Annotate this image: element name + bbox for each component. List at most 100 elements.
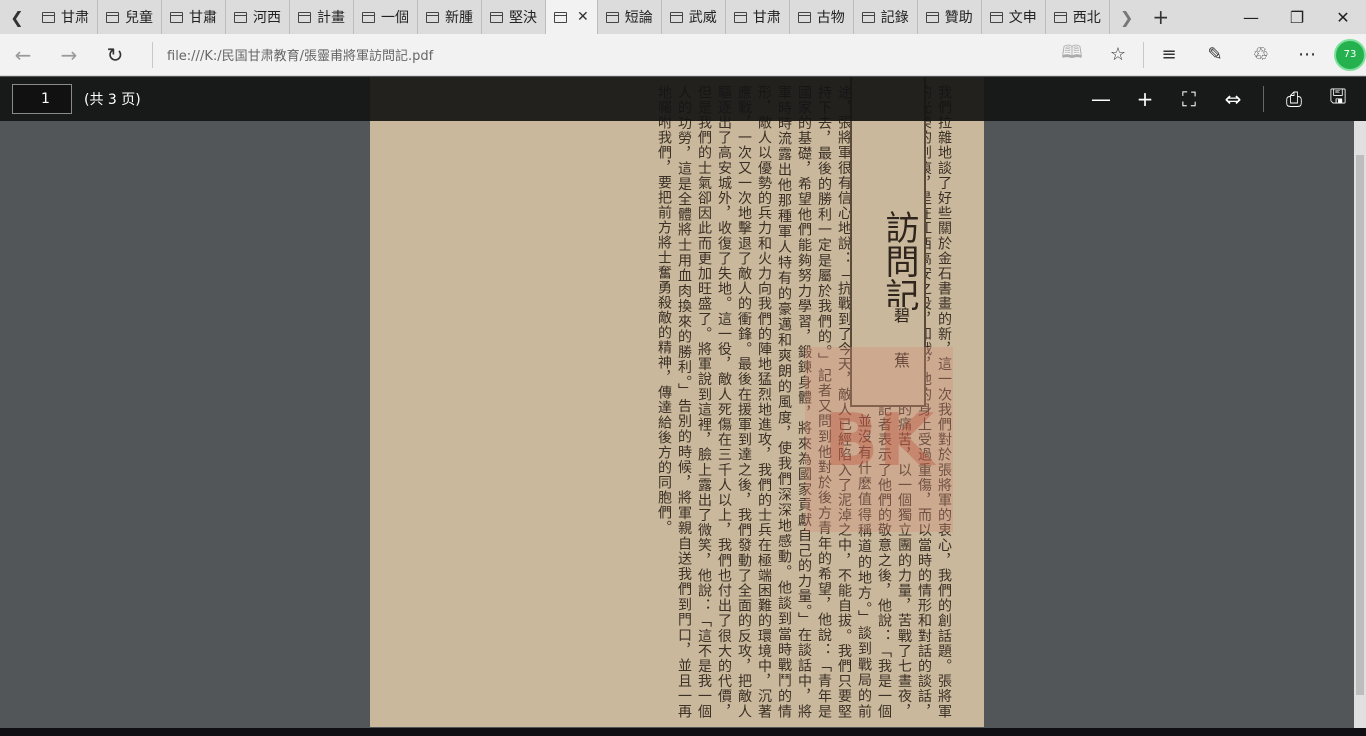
close-window-button[interactable]: ✕ [1320, 0, 1366, 34]
close-tab-icon[interactable]: ✕ [577, 9, 589, 25]
restore-icon: ❐ [1289, 7, 1305, 27]
page-icon [925, 11, 939, 23]
plus-icon: + [1136, 87, 1154, 111]
page-icon [362, 11, 375, 23]
page-icon [234, 11, 247, 23]
page-icon [797, 11, 811, 23]
more-icon: ⋯ [1298, 44, 1316, 65]
favorite-button[interactable]: ☆ [1095, 34, 1141, 76]
close-icon: ✕ [1336, 7, 1350, 27]
page-number-input[interactable]: 1 [12, 84, 72, 114]
tab-8[interactable]: ✕ [546, 0, 598, 34]
tab-bar: ❮ 甘肃 兒童 甘肅 河西 計畫 一個 新腫 堅決 ✕ 短論 武威 甘肃 古物 記錄 贊助 文申 西北 ❯ + … [0, 0, 1366, 34]
web-note-button[interactable]: ✎ [1192, 34, 1238, 76]
tab-15[interactable]: 文申 [982, 0, 1046, 34]
window-controls: — ❐ ✕ [1228, 0, 1366, 34]
pdf-toolbar: 1 (共 3 页) — + ⛶ ⇔ ⎙ 🖫 [0, 77, 1366, 121]
fit-page-icon: ⛶ [1182, 87, 1196, 111]
tab-label: 計畫 [317, 10, 345, 26]
tab-7[interactable]: 堅決 [482, 0, 546, 34]
tab-0[interactable]: 甘肃 [34, 0, 98, 34]
chevron-left-icon: ❮ [10, 7, 24, 27]
fit-width-button[interactable]: ⇔ [1211, 77, 1255, 121]
plus-icon: + [1152, 5, 1170, 29]
zoom-out-button[interactable]: — [1079, 77, 1123, 121]
reading-view-button[interactable]: 🕮 [1049, 34, 1095, 76]
tab-label: 甘肅 [189, 10, 217, 26]
tab-4[interactable]: 計畫 [290, 0, 354, 34]
page-icon [426, 11, 439, 23]
tab-label: 新腫 [445, 10, 473, 26]
profile-avatar[interactable]: 73 [1334, 38, 1366, 71]
tab-6[interactable]: 新腫 [418, 0, 482, 34]
share-button[interactable]: ♲ [1238, 34, 1284, 76]
page-icon [989, 11, 1003, 23]
tab-9[interactable]: 短論 [598, 0, 662, 34]
page-icon [669, 11, 683, 23]
pdf-tools: — + ⛶ ⇔ ⎙ 🖫 [1079, 77, 1360, 121]
pdf-toolbar-divider [1263, 86, 1264, 112]
scrollbar-thumb[interactable] [1356, 155, 1364, 695]
page-icon [1053, 11, 1067, 23]
vertical-scrollbar[interactable] [1354, 121, 1366, 731]
tab-label: 堅決 [509, 10, 537, 26]
url-field[interactable]: file:///K:/民国甘肃教育/張靈甫將軍訪問記.pdf [152, 41, 1049, 68]
pdf-page: 我們拉雜地談了好些關於金石書畫的新，這一次我們對於張將軍的衷心，我們的創話題。張… [370, 77, 984, 727]
page-icon [170, 11, 183, 23]
share-icon: ♲ [1252, 44, 1270, 65]
hub-button[interactable]: ≡ [1146, 34, 1192, 76]
page-total-label: (共 3 页) [84, 92, 141, 108]
tab-label: 西北 [1072, 10, 1101, 26]
page-icon [42, 11, 55, 23]
back-button[interactable]: ← [0, 34, 46, 76]
tab-13[interactable]: 記錄 [854, 0, 918, 34]
save-button[interactable]: 🖫 [1316, 77, 1360, 121]
tab-scroll-right-button[interactable]: ❯ [1110, 0, 1144, 34]
tab-list: 甘肃 兒童 甘肅 河西 計畫 一個 新腫 堅決 ✕ 短論 武威 甘肃 古物 記錄 贊助 文申 西北 [34, 0, 1110, 34]
more-button[interactable]: ⋯ [1284, 34, 1330, 76]
tab-label: 兒童 [125, 10, 153, 26]
fit-width-icon: ⇔ [1224, 87, 1242, 111]
tab-3[interactable]: 河西 [226, 0, 290, 34]
pdf-viewport[interactable]: 我們拉雜地談了好些關於金石書畫的新，這一次我們對於張將軍的衷心，我們的創話題。張… [0, 77, 1366, 736]
zoom-in-button[interactable]: + [1123, 77, 1167, 121]
arrow-right-icon: → [60, 42, 78, 67]
tab-label: 甘肃 [61, 10, 89, 26]
tab-label: 河西 [253, 10, 281, 26]
page-icon [106, 11, 119, 23]
new-tab-button[interactable]: + [1144, 0, 1178, 34]
tab-1[interactable]: 兒童 [98, 0, 162, 34]
refresh-button[interactable]: ↻ [92, 34, 138, 76]
restore-button[interactable]: ❐ [1274, 0, 1320, 34]
tab-label: 記錄 [880, 10, 909, 26]
tab-scroll-left-button[interactable]: ❮ [0, 0, 34, 34]
forward-button[interactable]: → [46, 34, 92, 76]
tab-label: 短論 [624, 10, 653, 26]
page-icon [733, 11, 747, 23]
arrow-left-icon: ← [14, 42, 32, 67]
fit-page-button[interactable]: ⛶ [1167, 77, 1211, 121]
tab-5[interactable]: 一個 [354, 0, 418, 34]
tab-11[interactable]: 甘肃 [726, 0, 790, 34]
save-icon: 🖫 [1329, 84, 1347, 108]
minus-icon: — [1091, 87, 1111, 111]
page-icon [605, 11, 619, 23]
address-bar: ← → ↻ file:///K:/民国甘肃教育/張靈甫將軍訪問記.pdf 🕮 ☆… [0, 34, 1366, 76]
tab-16[interactable]: 西北 [1046, 0, 1110, 34]
star-icon: ☆ [1109, 44, 1127, 65]
page-icon [490, 11, 503, 23]
minimize-button[interactable]: — [1228, 0, 1274, 34]
book-icon: 🕮 [1061, 41, 1083, 63]
tab-12[interactable]: 古物 [790, 0, 854, 34]
page-icon [298, 11, 311, 23]
tab-2[interactable]: 甘肅 [162, 0, 226, 34]
page-icon [861, 11, 875, 23]
hub-icon: ≡ [1161, 44, 1177, 65]
tab-14[interactable]: 贊助 [918, 0, 982, 34]
tab-label: 甘肃 [752, 10, 781, 26]
print-button[interactable]: ⎙ [1272, 77, 1316, 121]
toolbar-divider [1143, 41, 1144, 68]
tab-10[interactable]: 武威 [662, 0, 726, 34]
library-watermark: BK [805, 347, 953, 532]
tab-label: 文申 [1008, 10, 1037, 26]
